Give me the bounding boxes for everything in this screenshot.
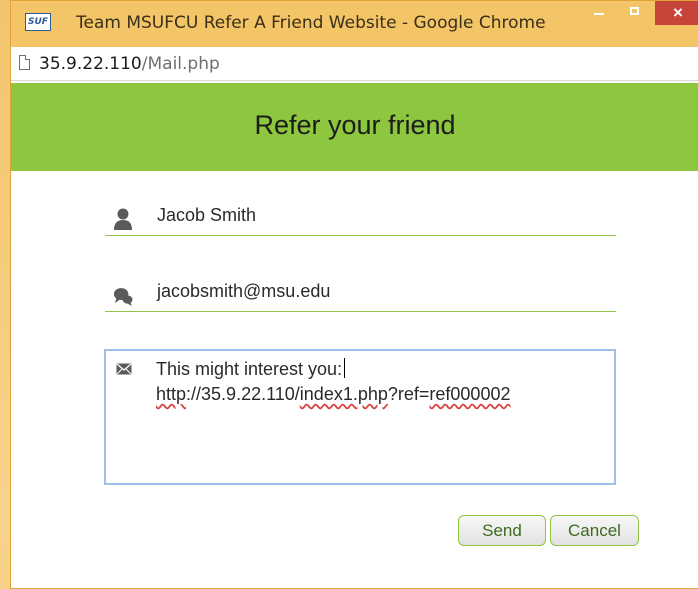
message-text: This might interest you: http://35.9.22.… (156, 357, 596, 407)
email-value: jacobsmith@msu.edu (157, 281, 331, 301)
message-url-ref: ref000002 (429, 384, 511, 404)
minimize-button[interactable] (583, 1, 617, 25)
message-url-host: ://35.9.22.110/ (186, 384, 300, 404)
url-text[interactable]: 35.9.22.110/Mail.php (39, 54, 220, 74)
message-url-scheme: http (156, 384, 187, 404)
page-header: Refer your friend (11, 83, 698, 171)
message-line-2: http://35.9.22.110/index1.php?ref=ref000… (156, 382, 596, 407)
minimize-icon (594, 13, 604, 15)
page-title: Refer your friend (254, 110, 456, 140)
name-value: Jacob Smith (157, 205, 257, 225)
message-url-query: ?ref= (387, 384, 430, 404)
maximize-icon (630, 7, 639, 15)
browser-window: SUF Team MSUFCU Refer A Friend Website -… (10, 0, 698, 589)
url-host: 35.9.22.110 (39, 54, 142, 74)
name-field[interactable]: Jacob Smith (105, 201, 616, 236)
app-logo-icon: SUF (25, 13, 51, 31)
chat-bubbles-icon (113, 288, 133, 306)
envelope-icon (116, 363, 132, 375)
window-title: Team MSUFCU Refer A Friend Website - Goo… (76, 13, 546, 33)
cancel-button[interactable]: Cancel (550, 515, 639, 546)
address-bar[interactable]: 35.9.22.110/Mail.php (11, 47, 698, 81)
send-button[interactable]: Send (458, 515, 546, 546)
close-button[interactable]: × (655, 1, 698, 25)
page-icon (19, 55, 30, 70)
maximize-button[interactable] (619, 1, 653, 25)
title-bar[interactable]: SUF Team MSUFCU Refer A Friend Website -… (11, 1, 698, 47)
email-field[interactable]: jacobsmith@msu.edu (105, 277, 616, 312)
message-line-1: This might interest you: (156, 357, 596, 382)
url-path: /Mail.php (141, 54, 220, 74)
message-url-file: index1.php (299, 384, 388, 404)
user-icon (114, 208, 132, 230)
message-textarea[interactable]: This might interest you: http://35.9.22.… (104, 349, 616, 485)
